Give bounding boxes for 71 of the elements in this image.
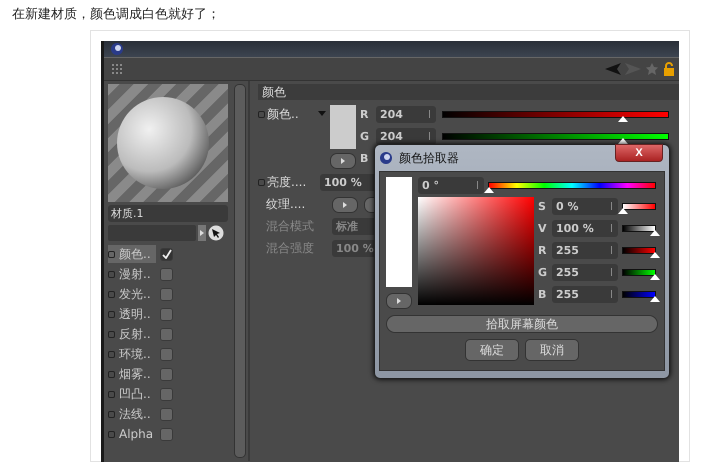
expand-button[interactable] [332, 196, 358, 212]
dialog-title: 颜色拾取器 [399, 150, 459, 166]
channel-checkbox[interactable] [160, 248, 173, 260]
section-header: 颜色 [258, 84, 679, 100]
color-field[interactable] [418, 197, 534, 305]
hue-field[interactable]: 0 ° [418, 177, 484, 194]
number-field[interactable]: 255 [552, 242, 618, 259]
slider-thumb[interactable] [650, 252, 660, 258]
channel-item[interactable]: 烟雾.. [108, 365, 156, 383]
color-label: 颜色.. [258, 105, 314, 123]
scrollbar[interactable] [234, 84, 246, 458]
slider-thumb[interactable] [650, 296, 660, 302]
channel-checkbox[interactable] [160, 288, 173, 300]
number-field[interactable]: 204 [376, 128, 436, 144]
grip-icon [112, 64, 122, 74]
number-field[interactable]: 100 % [552, 220, 618, 237]
blend-strength-label: 混合强度 [265, 240, 315, 257]
channel-checkbox[interactable] [160, 268, 173, 280]
number-field[interactable]: 255 [552, 286, 618, 303]
slider-thumb[interactable] [650, 274, 660, 280]
channel-item[interactable]: 发光.. [108, 285, 156, 303]
number-field[interactable]: 0 % [552, 198, 618, 215]
expand-button[interactable] [386, 293, 412, 309]
play-icon [343, 202, 347, 208]
play-icon [341, 158, 345, 164]
close-button[interactable]: X [615, 144, 663, 162]
channel-checkbox[interactable] [160, 308, 173, 320]
channel-letter: V [538, 222, 548, 235]
number-field[interactable]: 255 [552, 264, 618, 281]
channel-letter: B [538, 288, 548, 301]
channel-letter: G [360, 130, 370, 142]
app-logo-icon [110, 42, 124, 56]
channel-item[interactable]: 凹凸.. [108, 385, 156, 403]
channel-item[interactable]: 颜色.. [108, 245, 156, 263]
pointer-icon[interactable] [208, 225, 224, 241]
app-logo-icon [379, 151, 393, 165]
slider-thumb[interactable] [618, 208, 628, 214]
slider-thumb[interactable] [650, 230, 660, 236]
star-icon[interactable] [645, 62, 659, 76]
dialog-button[interactable]: 确定 [465, 339, 519, 361]
channel-item[interactable]: 法线.. [108, 405, 156, 423]
channel-checkbox[interactable] [160, 328, 173, 340]
channel-letter: R [360, 108, 370, 120]
channel-letter: S [538, 200, 547, 213]
play-icon [200, 230, 204, 236]
play-icon [397, 298, 401, 304]
texture-label: 纹理.... [265, 196, 306, 213]
channel-letter: G [538, 266, 548, 279]
lock-icon[interactable] [663, 62, 675, 76]
channel-checkbox[interactable] [160, 428, 173, 440]
expand-button[interactable] [330, 153, 356, 169]
channel-item[interactable]: 环境.. [108, 345, 156, 363]
channel-item[interactable]: 反射.. [108, 325, 156, 343]
slider-thumb[interactable] [618, 116, 628, 122]
channel-checkbox[interactable] [160, 408, 173, 420]
channel-item[interactable]: Alpha [108, 425, 156, 443]
pick-screen-color-button[interactable]: 拾取屏幕颜色 [386, 315, 658, 333]
channel-item[interactable]: 漫射.. [108, 265, 156, 283]
channel-checkbox[interactable] [160, 388, 173, 400]
material-name-field[interactable]: 材质.1 [108, 205, 228, 222]
number-field[interactable]: 204 [376, 106, 436, 122]
channel-letter: B [360, 152, 370, 164]
brightness-label: 亮度.... [258, 174, 314, 191]
channel-checkbox[interactable] [160, 348, 173, 360]
dialog-button[interactable]: 取消 [525, 339, 579, 361]
channel-item[interactable]: 透明.. [108, 305, 156, 323]
channel-letter: R [538, 244, 548, 257]
caption-text: 在新建材质，颜色调成白色就好了； [11, 6, 221, 24]
color-swatch[interactable] [330, 105, 356, 149]
blend-mode-label: 混合模式 [265, 218, 315, 235]
channel-checkbox[interactable] [160, 368, 173, 380]
